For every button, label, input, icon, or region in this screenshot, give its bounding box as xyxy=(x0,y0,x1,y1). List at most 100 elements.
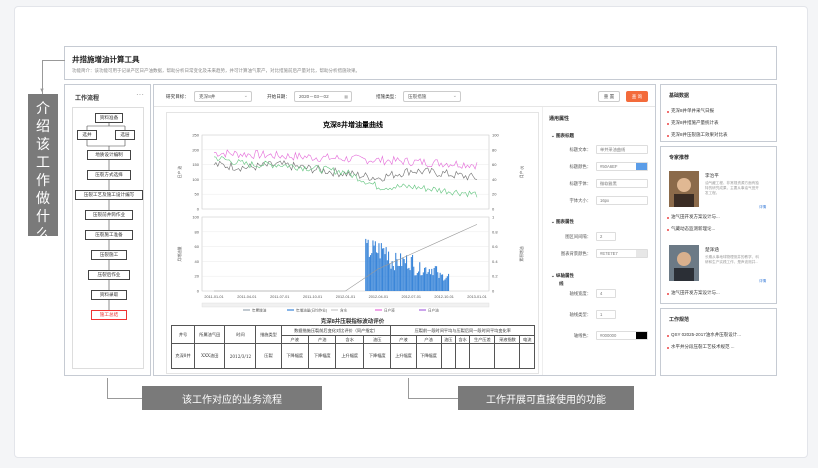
target-label: 研究目标： xyxy=(166,94,189,99)
y-axis-title: 累积增油 xyxy=(519,246,524,261)
expert-2-avatar[interactable] xyxy=(669,245,699,281)
bar xyxy=(415,275,417,291)
title-text-input[interactable]: 单井采油曲线 xyxy=(596,145,648,154)
bar xyxy=(419,262,421,291)
bar xyxy=(421,275,423,291)
bar xyxy=(408,267,410,291)
flow-node-geo-design[interactable]: 地质设计编制 xyxy=(87,150,131,160)
table-header: 所属油气田 xyxy=(194,325,226,344)
y-tick-label: 200 xyxy=(192,147,199,152)
basic-data-title: 基础数据 xyxy=(669,93,690,99)
y-tick-label: 0.8 xyxy=(492,229,498,234)
query-button[interactable]: 查 询 xyxy=(626,91,648,102)
bar xyxy=(406,255,408,291)
table-subheader: 产油 xyxy=(415,335,442,344)
axis-color-swatch[interactable] xyxy=(636,332,647,339)
bar xyxy=(397,265,399,291)
norm-link-2[interactable]: 水平井分段压裂工艺技术规范 ... xyxy=(671,344,735,350)
reset-button[interactable]: 重 置 xyxy=(598,91,620,102)
table-subheader: 产液 xyxy=(390,335,417,344)
table-header: 压裂前一段时间平均与压裂后同一段时间平均变化率 xyxy=(390,325,535,336)
bar xyxy=(368,256,370,291)
bar xyxy=(372,240,374,291)
expert-panel: 专家推荐 李治平 油气藏工程、非常规资源方面有独特的研究成果，主要从事油气田开发… xyxy=(660,146,777,304)
table-cell xyxy=(519,343,535,369)
bar xyxy=(385,247,387,291)
bar xyxy=(395,252,397,291)
chart-area: 克深8井增油量曲线 250 100 100 1 200 80 80 0.8 150 60 60 0.6… xyxy=(166,112,539,374)
norm-link-1[interactable]: QSY 02025-2017油水井压裂设计... xyxy=(671,332,741,338)
y-tick-label: 0 xyxy=(492,289,495,294)
annotation-connector xyxy=(107,378,108,398)
bar xyxy=(404,263,406,291)
bar xyxy=(410,257,412,291)
y-tick-label: 80 xyxy=(195,229,200,234)
bar xyxy=(383,248,385,291)
axis-type-label: 轴线类型： xyxy=(569,312,591,317)
axis-type-stepper[interactable]: 1 xyxy=(596,310,616,319)
table-cell: 克深8井 xyxy=(170,343,196,369)
bar xyxy=(432,275,434,291)
expert-2-link-1[interactable]: 油气田开发方案设计与... xyxy=(671,290,720,296)
expert-1-avatar[interactable] xyxy=(669,171,699,207)
flow-node-frac-method[interactable]: 压裂方式选择 xyxy=(87,170,131,180)
bar xyxy=(418,271,420,291)
expert-1-link-2[interactable]: 气藏动态监测新理论... xyxy=(671,226,715,232)
gap-stepper[interactable]: 2 xyxy=(596,232,616,241)
bar xyxy=(370,255,372,291)
y-tick-label: 60 xyxy=(492,162,497,167)
x-tick-label: 2011-01-01 xyxy=(204,295,223,299)
type-select[interactable]: 压裂措施 ⌄ xyxy=(403,91,461,102)
legend-label: 日产液 xyxy=(384,308,395,313)
axis-width-label: 轴线宽度： xyxy=(569,291,591,296)
workflow-menu-icon[interactable]: ··· xyxy=(136,90,144,99)
target-select[interactable]: 克深8井 ⌄ xyxy=(194,91,252,102)
flow-node-frac-operation[interactable]: 压裂施工 xyxy=(91,250,127,260)
y-tick-label: 40 xyxy=(195,259,200,264)
y-tick-label: 0 xyxy=(492,207,495,212)
bg-color-swatch[interactable] xyxy=(636,250,647,257)
flow-node-data-record[interactable]: 资料录取 xyxy=(91,290,127,300)
font-size-input[interactable]: 16px xyxy=(596,196,648,205)
props-section-chart[interactable]: ⌄ 图表属性 xyxy=(551,219,574,225)
props-section-title[interactable]: ⌄ 图表标题 xyxy=(551,133,574,139)
flow-node-select-well[interactable]: 选井 xyxy=(77,130,97,140)
flow-node-summary[interactable]: 施工总结 xyxy=(91,310,127,320)
title-color-swatch[interactable] xyxy=(636,163,647,170)
date-input[interactable]: 2020－03－02 ▦ xyxy=(294,91,352,102)
flow-node-select-layer[interactable]: 选层 xyxy=(115,130,135,140)
flow-node-data-prep[interactable]: 资料准备 xyxy=(95,113,123,123)
expert-2-name[interactable]: 楚泽涵 xyxy=(705,247,719,253)
properties-panel: 通用属性 ⌄ 图表标题 标题文本： 单井采油曲线 标题颜色： #50A6EF 标… xyxy=(542,107,656,375)
basic-link-2[interactable]: 克深8井措施产量统计表 xyxy=(671,120,719,126)
annotation-connector xyxy=(408,378,409,398)
expert-1-more-link[interactable]: 详情 xyxy=(759,205,766,210)
table-subheader: 产油 xyxy=(307,335,337,344)
props-section-axis[interactable]: ⌄ 纵轴属性 xyxy=(551,273,574,279)
chevron-down-icon: ⌄ xyxy=(243,93,248,99)
bar xyxy=(382,248,384,291)
table-header: 井号 xyxy=(170,325,196,344)
title-font-select[interactable]: 微软雅黑 xyxy=(596,179,648,188)
x-tick-label: 2012-01-01 xyxy=(336,295,355,299)
bar xyxy=(367,239,369,291)
y-tick-label: 100 xyxy=(492,133,499,138)
table-subheader: 生产压差 xyxy=(469,335,496,344)
expert-1-link-1[interactable]: 油气田开发方案设计与... xyxy=(671,214,720,220)
axis-width-stepper[interactable]: 4 xyxy=(596,289,616,298)
flow-node-pre-frac[interactable]: 压裂前井筒作业 xyxy=(85,210,133,220)
bar xyxy=(365,238,367,291)
expert-2-more-link[interactable]: 详情 xyxy=(759,279,766,284)
flow-node-frac-prep[interactable]: 压裂施工准备 xyxy=(85,230,133,240)
basic-link-3[interactable]: 克深8井压裂施工效果对比表 xyxy=(671,132,728,138)
table-subheader: 油压 xyxy=(440,335,456,344)
x-tick-label: 2012-07-01 xyxy=(402,295,421,299)
bar xyxy=(379,258,381,291)
flow-node-frac-design[interactable]: 压裂工艺及施工设计编写 xyxy=(75,190,143,200)
bar xyxy=(373,245,375,291)
bar xyxy=(431,268,433,291)
flow-node-post-frac[interactable]: 压裂后作业 xyxy=(88,270,130,280)
expert-1-name[interactable]: 李治平 xyxy=(705,173,719,179)
bar xyxy=(440,274,442,291)
basic-link-1[interactable]: 克深8井单井采气日报 xyxy=(671,108,714,114)
